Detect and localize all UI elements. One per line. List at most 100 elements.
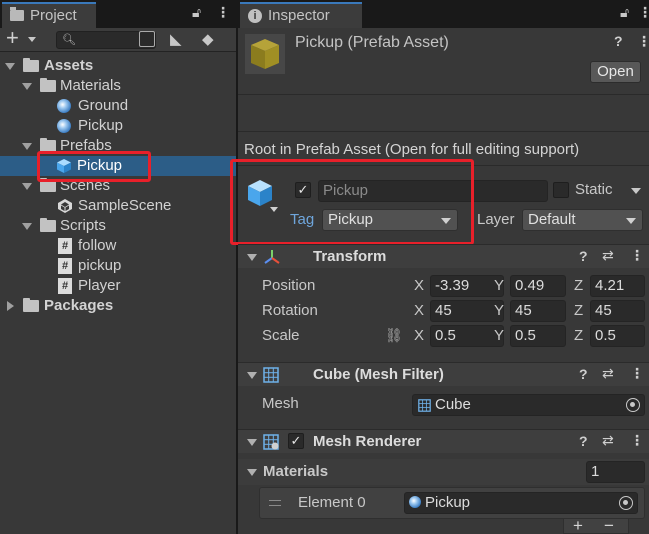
rotation-x-field[interactable]: 45 [430,300,504,322]
static-label: Static [575,181,613,198]
position-y-field[interactable]: 0.49 [510,275,566,297]
axis-x-label: X [414,327,425,344]
tab-inspector-label: Inspector [268,7,330,24]
rotation-y-field[interactable]: 45 [510,300,566,322]
object-picker-icon[interactable] [619,496,633,510]
info-tab-icon: i [248,9,262,23]
root-notice: Root in Prefab Asset (Open for full edit… [244,141,580,158]
help-icon[interactable]: ? [614,33,623,49]
search-by-type-icon[interactable] [139,31,155,47]
divider [238,94,649,95]
expand-arrow-icon[interactable] [22,83,32,90]
expand-arrow-icon[interactable] [22,143,32,150]
static-checkbox[interactable] [553,182,569,198]
drag-handle-icon[interactable] [269,500,281,506]
tree-label: Materials [60,77,121,94]
lock-icon[interactable]: 🔓︎ [192,4,201,21]
static-dropdown-icon[interactable] [631,188,641,194]
tree-label: Packages [44,297,114,314]
element-0-object-field[interactable]: Pickup [404,492,638,514]
mesh-renderer-header[interactable]: ✓ Mesh Renderer ? ⇄ ⋮ [238,429,649,453]
foldout-arrow-icon[interactable] [247,372,257,379]
expand-arrow-icon[interactable] [5,63,15,70]
folder-icon [23,298,39,312]
help-icon[interactable]: ? [579,248,588,264]
tree-item-packages[interactable]: Packages [0,296,236,316]
scale-x-field[interactable]: 0.5 [430,325,504,347]
layer-dropdown[interactable]: Default [522,209,643,231]
presets-icon[interactable]: ⇄ [602,365,614,382]
folder-icon [40,78,56,92]
filter-by-type-icon[interactable]: ◣ [170,30,182,48]
foldout-arrow-icon[interactable] [247,469,257,476]
add-element-button[interactable]: + [573,516,583,534]
csharp-script-icon: # [58,238,72,254]
presets-icon[interactable]: ⇄ [602,247,614,264]
settings-icon[interactable]: ⋮ [630,432,644,449]
tree-item-follow[interactable]: # follow [0,236,236,256]
materials-count-field[interactable]: 1 [586,461,645,483]
element-0-value: Pickup [425,494,471,511]
tree-item-scripts[interactable]: Scripts [0,216,236,236]
more-options-icon[interactable]: ⋮ [638,4,649,21]
add-dropdown-icon[interactable] [28,37,36,42]
object-picker-icon[interactable] [626,398,640,412]
mesh-renderer-enabled-checkbox[interactable]: ✓ [288,433,304,449]
material-icon [57,99,71,113]
tree-item-samplescene[interactable]: SampleScene [0,196,236,216]
transform-header[interactable]: Transform ? ⇄ ⋮ [238,244,649,268]
tree-label: Pickup [78,117,124,134]
tree-item-materials[interactable]: Materials [0,76,236,96]
filter-by-label-icon[interactable]: ◆ [202,30,214,48]
rotation-z-field[interactable]: 45 [590,300,645,322]
tree-item-player[interactable]: # Player [0,276,236,296]
tree-item-pickup-material[interactable]: Pickup [0,116,236,136]
open-button[interactable]: Open [590,61,641,83]
mesh-renderer-title: Mesh Renderer [313,433,422,450]
lock-icon[interactable]: 🔓︎ [620,4,629,21]
settings-icon[interactable]: ⋮ [630,365,644,382]
constrain-proportions-icon[interactable]: ⛓ [385,327,403,344]
position-z-field[interactable]: 4.21 [590,275,645,297]
tree-item-assets[interactable]: Assets [0,56,236,76]
project-toolbar: + 🔍︎ ◣ ◆ [0,25,236,52]
scale-label: Scale [262,327,300,344]
settings-icon[interactable]: ⋮ [630,247,644,264]
element-0-label: Element 0 [298,494,366,511]
foldout-arrow-icon[interactable] [247,254,257,261]
help-icon[interactable]: ? [579,433,588,449]
tree-item-pickup-script[interactable]: # pickup [0,256,236,276]
add-button[interactable]: + [6,25,19,51]
presets-icon[interactable]: ⇄ [602,432,614,449]
tree-label: Assets [44,57,94,74]
axis-z-label: Z [574,277,584,294]
chevron-down-icon [626,218,636,224]
expand-arrow-icon[interactable] [22,183,32,190]
mesh-object-field[interactable]: Cube [412,394,645,416]
more-options-icon[interactable]: ⋮ [216,4,230,21]
axis-x-label: X [414,277,425,294]
divider [238,131,649,132]
csharp-script-icon: # [58,278,72,294]
help-icon[interactable]: ? [579,366,588,382]
collapsed-arrow-icon[interactable] [7,301,14,311]
folder-icon [40,218,56,232]
asset-title: Pickup (Prefab Asset) [295,34,449,51]
folder-tab-icon [10,7,24,21]
expand-arrow-icon[interactable] [22,223,32,230]
position-x-field[interactable]: -3.39 [430,275,504,297]
tree-label: pickup [78,257,122,274]
mesh-filter-header[interactable]: Cube (Mesh Filter) ? ⇄ ⋮ [238,362,649,386]
csharp-script-icon: # [58,258,72,274]
tab-inspector[interactable]: i Inspector [240,2,362,28]
scale-z-field[interactable]: 0.5 [590,325,645,347]
scale-y-field[interactable]: 0.5 [510,325,566,347]
tree-item-ground[interactable]: Ground [0,96,236,116]
settings-icon[interactable]: ⋮ [637,33,649,50]
materials-foldout-row[interactable]: Materials 1 [238,459,649,485]
tree-label: Player [78,277,121,294]
asset-preview-icon [245,34,285,78]
remove-element-button[interactable]: − [604,516,614,534]
foldout-arrow-icon[interactable] [247,439,257,446]
axis-y-label: Y [494,302,505,319]
